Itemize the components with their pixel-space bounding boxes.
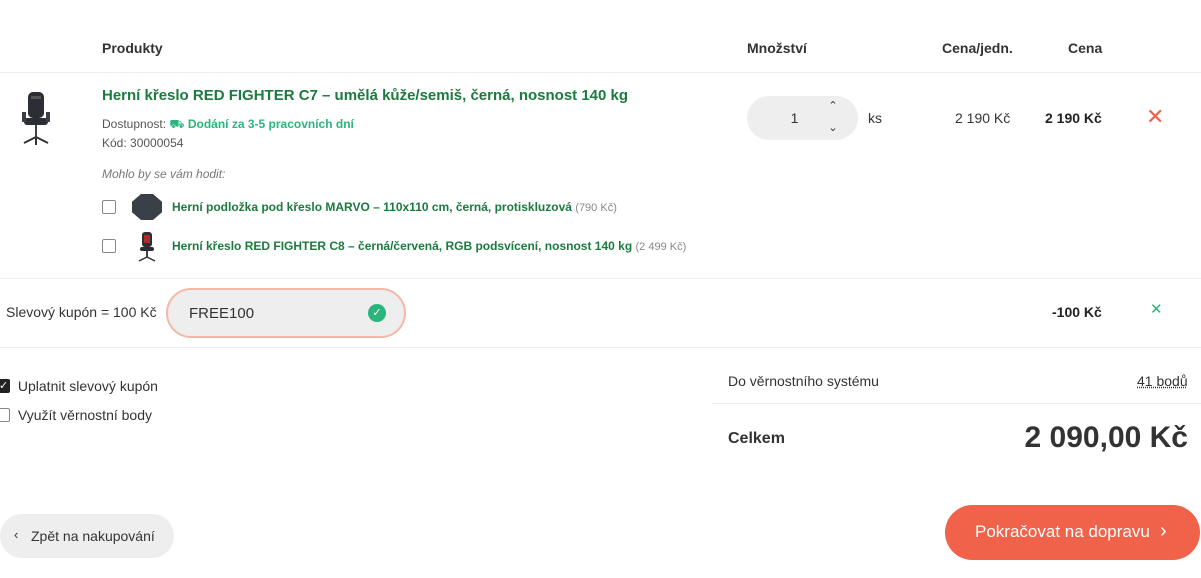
suggestion-item[interactable] [102, 239, 116, 258]
continue-button-label: Pokračovat na dopravu [975, 522, 1150, 541]
suggestion-price: (2 499 Kč) [635, 241, 687, 253]
chevron-right-icon: › [1160, 520, 1167, 542]
total-price: 2 190 Kč [1045, 110, 1102, 126]
coupon-input[interactable]: FREE100 ✓ [166, 288, 406, 338]
mat-thumbnail [132, 194, 162, 220]
divider [0, 278, 1201, 279]
apply-coupon-option[interactable]: Uplatnit slevový kupón [0, 378, 158, 394]
availability-value: Dodání za 3-5 pracovních dní [187, 117, 354, 131]
coupon-discount: -100 Kč [1052, 304, 1102, 320]
header-unit-price: Cena/jedn. [942, 40, 1013, 56]
loyalty-label: Do věrnostního systému [728, 373, 879, 389]
continue-to-shipping-button[interactable]: Pokračovat na dopravu › [945, 505, 1200, 560]
suggestion-checkbox[interactable] [102, 239, 116, 253]
availability: Dostupnost: ⛟ Dodání za 3-5 pracovních d… [102, 117, 354, 133]
use-points-option[interactable]: Využít věrnostní body [0, 407, 152, 423]
total-label: Celkem [728, 430, 785, 447]
use-points-checkbox[interactable] [0, 408, 10, 422]
suggestions-title: Mohlo by se vám hodit: [102, 167, 226, 181]
header-products: Produkty [102, 40, 163, 56]
coupon-label: Slevový kupón = 100 Kč [6, 304, 157, 320]
header-price: Cena [1068, 40, 1103, 56]
back-to-shopping-button[interactable]: ‹ Zpět na nakupování [0, 514, 174, 558]
remove-item-icon[interactable]: ✕ [1146, 104, 1164, 130]
check-circle-icon: ✓ [368, 304, 386, 322]
unit-price: 2 190 Kč [955, 110, 1011, 126]
coupon-input-value[interactable]: FREE100 [189, 305, 254, 322]
divider [0, 72, 1201, 73]
chevron-down-icon[interactable]: ⌄ [826, 121, 840, 134]
apply-coupon-checkbox[interactable] [0, 379, 10, 393]
remove-coupon-icon[interactable]: ✕ [1150, 300, 1163, 318]
suggestion-text: Herní křeslo RED FIGHTER C8 – černá/červ… [172, 239, 686, 253]
chair-thumbnail [135, 231, 159, 263]
suggestion-checkbox[interactable] [102, 200, 116, 214]
divider [0, 347, 1201, 348]
header-quantity: Množství [747, 40, 807, 56]
loyalty-points-link[interactable]: 41 bodů [1137, 373, 1188, 389]
suggestion-text: Herní podložka pod křeslo MARVO – 110x11… [172, 200, 617, 214]
total-value: 2 090,00 Kč [1024, 421, 1188, 454]
product-code: Kód: 30000054 [102, 136, 184, 150]
suggestion-link[interactable]: Herní podložka pod křeslo MARVO – 110x11… [172, 200, 572, 214]
product-name-link[interactable]: Herní křeslo RED FIGHTER C7 – umělá kůže… [102, 87, 628, 104]
suggestion-link[interactable]: Herní křeslo RED FIGHTER C8 – černá/červ… [172, 239, 632, 253]
apply-coupon-label[interactable]: Uplatnit slevový kupón [18, 378, 158, 394]
use-points-label[interactable]: Využít věrnostní body [18, 407, 152, 423]
product-thumbnail[interactable] [18, 90, 54, 148]
chair-icon [138, 232, 156, 262]
quantity-unit: ks [868, 110, 882, 126]
chevron-left-icon: ‹ [14, 527, 19, 542]
suggestion-price: (790 Kč) [575, 202, 617, 214]
back-button-label: Zpět na nakupování [31, 528, 155, 544]
chair-icon [22, 92, 50, 145]
divider [712, 403, 1201, 404]
chevron-up-icon[interactable]: ⌃ [826, 99, 840, 112]
suggestion-item[interactable] [102, 200, 116, 219]
availability-label: Dostupnost: [102, 117, 167, 131]
truck-icon: ⛟ [169, 117, 185, 131]
quantity-stepper[interactable]: 1 ⌃ ⌄ [747, 96, 858, 140]
